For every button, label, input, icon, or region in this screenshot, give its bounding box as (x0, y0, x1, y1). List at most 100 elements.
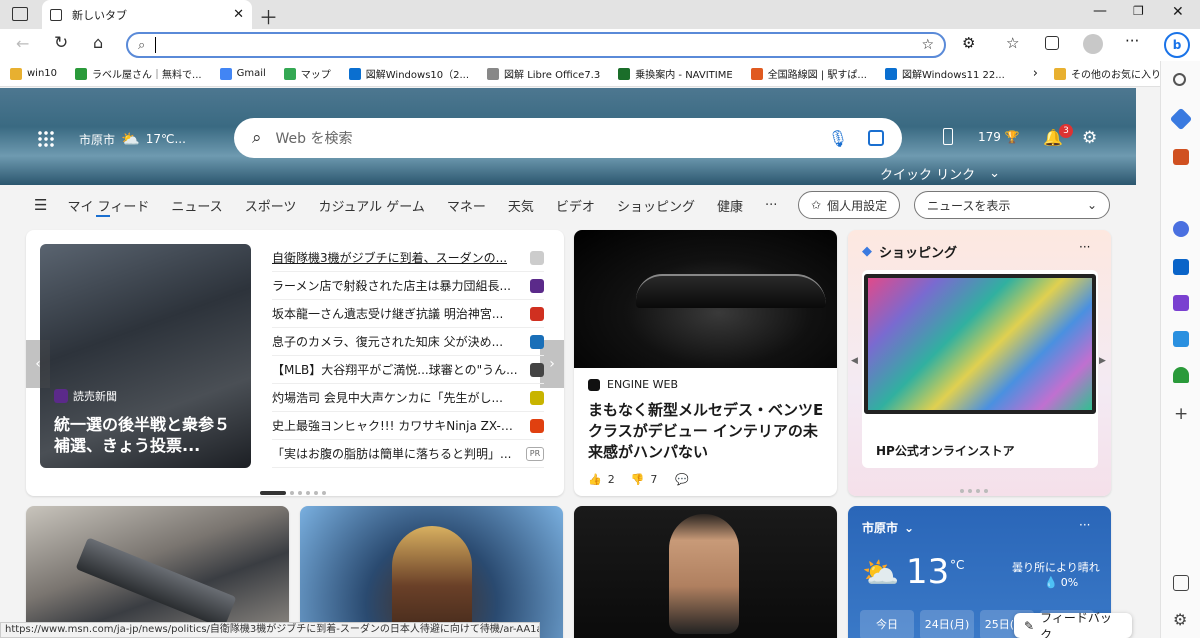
nav-tab[interactable]: ··· (765, 198, 777, 213)
nav-tab[interactable]: ショッピング (617, 196, 695, 215)
bookmark-label: win10 (27, 68, 58, 79)
carousel-prev-button[interactable]: ‹ (26, 340, 50, 388)
rewards-points: 179 (978, 130, 1001, 144)
settings-icon[interactable]: ⚙ (1173, 610, 1187, 629)
more-options-icon[interactable]: ··· (1079, 518, 1090, 532)
bookmark-item[interactable]: 図解 Libre Office7.3 (487, 66, 600, 81)
headline-item[interactable]: 史上最強ヨンヒャク!!! カワサキNinja ZX-4... (272, 412, 544, 440)
headline-item[interactable]: 「実はお腹の脂肪は簡単に落ちると判明」... PR (272, 440, 544, 468)
headline-item[interactable]: 自衛隊機3機がジブチに到着、スーダンの... (272, 244, 544, 272)
chevron-right-icon[interactable]: › (1033, 66, 1038, 81)
add-icon[interactable]: + (1174, 404, 1188, 424)
other-favorites-label: その他のお気に入り (1070, 70, 1161, 81)
carousel-prev-icon[interactable]: ◀ (851, 356, 858, 366)
nav-tab[interactable]: カジュアル ゲーム (318, 196, 424, 215)
extensions-icon[interactable]: ⚙ (962, 34, 975, 52)
weather-mini[interactable]: 市原市 ⛅ 17℃... (79, 130, 186, 148)
outlook-icon[interactable] (1173, 259, 1189, 275)
headline-item[interactable]: ラーメン店で射殺された店主は暴力団組長... (272, 272, 544, 300)
send-icon[interactable] (1173, 331, 1189, 347)
chevron-down-icon: ⌄ (1086, 198, 1097, 212)
bookmark-label: 全国路線図 | 駅すぱ... (767, 70, 867, 81)
weather-desc: 曇り所により晴れ (1012, 561, 1100, 574)
headline-item[interactable]: 息子のカメラ、復元された知床 父が決め... (272, 328, 544, 356)
visual-search-icon[interactable] (868, 130, 884, 146)
bookmark-item[interactable]: ラベル屋さん｜無料で... (75, 66, 202, 81)
tab-actions-menu[interactable] (12, 7, 28, 21)
feedback-button[interactable]: ✎ フィードバック (1014, 611, 1132, 638)
bing-icon[interactable]: b (1164, 32, 1190, 58)
car-story-card[interactable]: ENGINE WEB まもなく新型メルセデス・ベンツEクラスがデビュー インテリ… (574, 230, 837, 496)
office-icon[interactable] (1173, 221, 1189, 237)
carousel-next-icon[interactable]: ▶ (1099, 356, 1106, 366)
designer-icon[interactable] (1173, 295, 1189, 311)
bookmark-item[interactable]: win10 (10, 67, 58, 80)
thumbs-up-icon[interactable]: 👍 (588, 473, 602, 486)
news-select[interactable]: ニュースを表示 ⌄ (914, 191, 1110, 219)
web-search-box[interactable]: ⌕ Web を検索 🎙 (234, 118, 902, 158)
trophy-icon: 🏆 (1004, 130, 1020, 144)
nav-tab[interactable]: マイ フィード (67, 196, 149, 215)
nav-tab[interactable]: 健康 (717, 196, 743, 215)
folder-icon (1053, 67, 1066, 80)
bookmark-item[interactable]: 図解Windows11 22... (884, 66, 1005, 81)
nav-tab[interactable]: 天気 (508, 196, 534, 215)
tools-icon[interactable] (1173, 149, 1189, 165)
close-window-button[interactable]: ✕ (1172, 4, 1184, 20)
add-favorite-icon[interactable]: ☆ (921, 37, 934, 53)
nav-tab[interactable]: ビデオ (556, 196, 595, 215)
headline-item[interactable]: 【MLB】大谷翔平がご満悦...球審との"うん... (272, 356, 544, 384)
minimize-button[interactable]: — (1093, 3, 1107, 19)
microphone-icon[interactable]: 🎙 (828, 129, 848, 148)
headline-item[interactable]: 坂本龍一さん遺志受け継ぎ抗議 明治神宮... (272, 300, 544, 328)
search-icon: ⌕ (138, 37, 146, 53)
home-icon[interactable]: ⌂ (93, 33, 103, 52)
forecast-day[interactable]: 今日 (860, 610, 914, 638)
quick-links-toggle[interactable]: クイック リンク ⌄ (880, 164, 1000, 183)
bookmark-item[interactable]: 全国路線図 | 駅すぱ... (750, 66, 867, 81)
collections-icon[interactable] (1045, 36, 1059, 50)
more-icon[interactable]: ··· (1125, 32, 1139, 50)
more-options-icon[interactable]: ··· (1079, 240, 1090, 254)
sidebar-toggle-icon[interactable] (1173, 575, 1189, 591)
quick-links-label: クイック リンク (880, 168, 976, 183)
headline-item[interactable]: 灼場浩司 会見中大声ケンカに「先生がし... (272, 384, 544, 412)
game-story-card[interactable] (300, 506, 563, 638)
bookmark-item[interactable]: Gmail (219, 67, 266, 80)
nav-tab[interactable]: マネー (447, 196, 486, 215)
top-story-image[interactable]: 読売新聞 統一選の後半戦と衆参５補選、きょう投票... (40, 244, 251, 468)
refresh-icon[interactable]: ↻ (54, 33, 68, 53)
address-input[interactable] (155, 37, 922, 53)
mobile-icon[interactable] (943, 128, 953, 145)
tree-icon[interactable] (1173, 367, 1189, 383)
personalize-button[interactable]: ✩ 個人用設定 (798, 191, 901, 219)
menu-icon[interactable]: ☰ (34, 196, 47, 214)
rewards[interactable]: 179 🏆 (978, 130, 1020, 144)
avatar[interactable] (1083, 34, 1103, 54)
nav-tab[interactable]: スポーツ (245, 196, 297, 215)
settings-icon[interactable]: ⚙ (1082, 128, 1097, 148)
bookmark-item[interactable]: 図解Windows10（2... (348, 66, 469, 81)
favorites-icon[interactable]: ☆ (1006, 34, 1019, 52)
thumbs-down-icon[interactable]: 👎 (631, 473, 645, 486)
tag-icon[interactable] (1169, 107, 1193, 131)
chevron-down-icon[interactable]: ⌄ (904, 521, 914, 535)
close-icon[interactable]: ✕ (233, 7, 244, 22)
tech-story-card[interactable] (26, 506, 289, 638)
sports-story-card[interactable] (574, 506, 837, 638)
new-tab-button[interactable]: ＋ (259, 3, 278, 30)
address-bar[interactable]: ⌕ ☆ (126, 32, 946, 58)
apps-grid-icon[interactable] (37, 130, 54, 147)
product-tile[interactable]: HP公式オンラインストア (862, 270, 1098, 468)
maximize-button[interactable]: ❐ (1133, 4, 1144, 18)
other-favorites-folder[interactable]: その他のお気に入り (1053, 66, 1161, 81)
forecast-day[interactable]: 24日(月) (920, 610, 974, 638)
bookmark-item[interactable]: 乗換案内 - NAVITIME (618, 66, 733, 81)
comment-icon[interactable]: 💬 (675, 473, 689, 486)
search-icon[interactable] (1173, 73, 1186, 86)
nav-tab[interactable]: ニュース (171, 196, 222, 215)
source-badge-icon: PR (526, 446, 544, 461)
back-icon[interactable]: ← (16, 34, 29, 53)
bookmark-item[interactable]: マップ (283, 66, 331, 81)
tab-new[interactable]: 新しいタブ ✕ (42, 0, 252, 29)
